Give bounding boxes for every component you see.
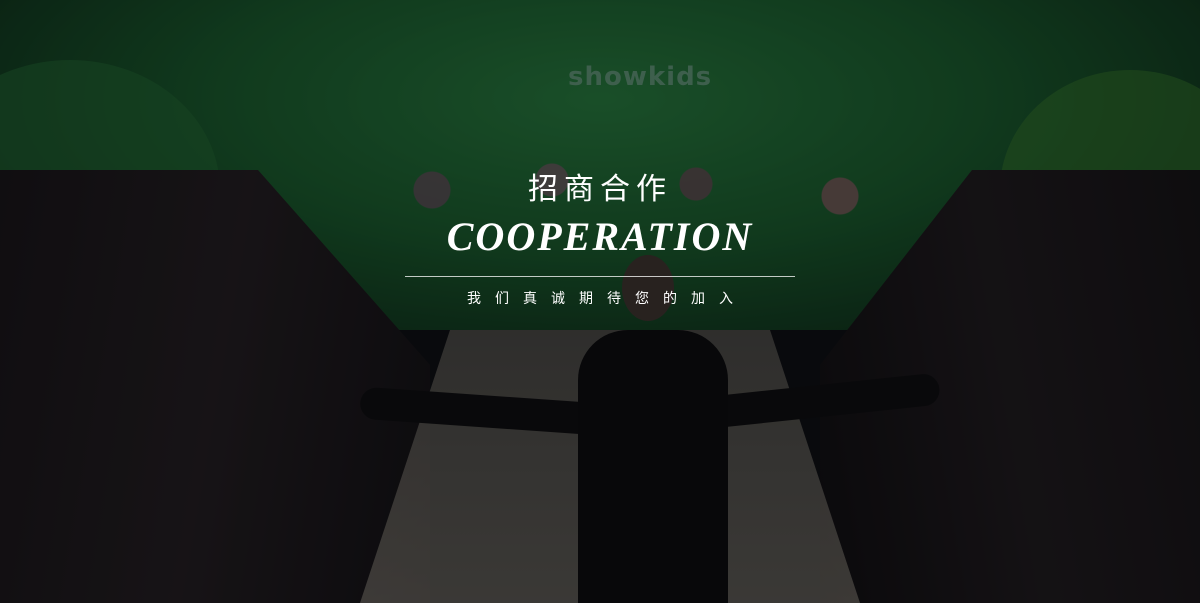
page-title-en: COOPERATION	[446, 214, 754, 259]
hero-text: 招商合作 COOPERATION 我们真诚期待您的加入	[0, 170, 1200, 309]
page-title-cn: 招商合作	[528, 172, 672, 207]
hero-banner: showkids 招商合作 COOPERATION 我们真诚期待您的加入	[0, 0, 1200, 603]
hero-subtitle: 我们真诚期待您的加入	[467, 291, 747, 307]
title-divider	[405, 276, 795, 277]
